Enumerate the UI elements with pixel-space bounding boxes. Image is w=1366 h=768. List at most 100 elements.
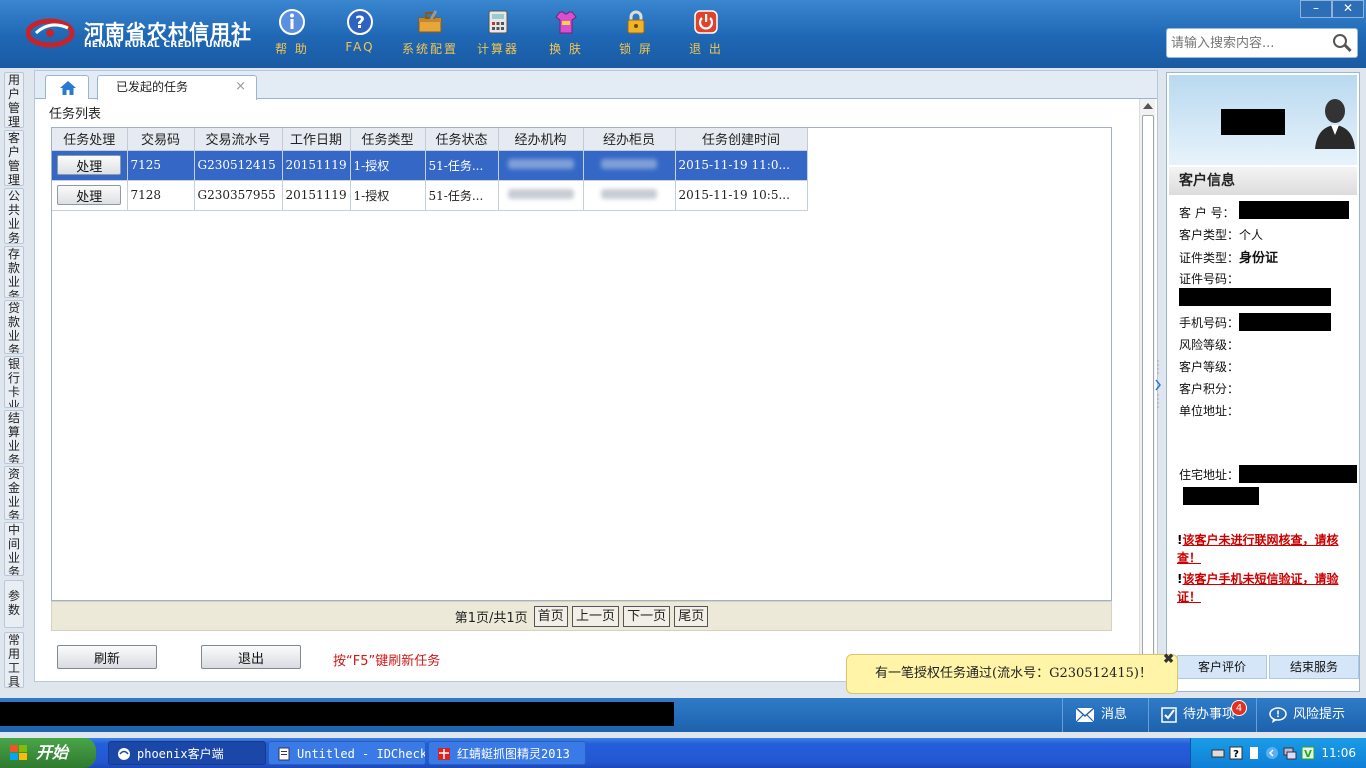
system-config-button[interactable]: 系统配置 [400, 8, 460, 64]
nav-intermediary-business[interactable]: 中间业务 [4, 522, 24, 576]
cell-date: 20151119 [282, 150, 351, 181]
phoenix-app-icon [118, 748, 130, 760]
taskbar-label: Untitled - IDCheck [297, 747, 426, 761]
lock-icon [627, 10, 645, 34]
todo-button[interactable]: 待办事项 4 [1148, 698, 1254, 732]
nav-public-business[interactable]: 公共业务 [4, 188, 24, 244]
table-row[interactable]: 处理 7125 G230512415 20151119 1-授权 51-任务..… [52, 150, 808, 181]
todo-count-badge: 4 [1231, 700, 1247, 716]
customer-level-label: 客户等级： [1179, 360, 1240, 374]
help-button[interactable]: 帮 助 [262, 8, 322, 64]
windows-flag-icon [10, 745, 27, 760]
nav-parameters[interactable]: 参数 [4, 580, 24, 628]
user-avatar-icon [1315, 99, 1355, 149]
vertical-scrollbar[interactable] [1139, 99, 1155, 681]
col-header[interactable]: 经办柜员 [583, 128, 676, 151]
minimize-button[interactable]: – [1300, 0, 1332, 18]
risk-alert-label: 风险提示 [1293, 707, 1346, 722]
chevron-left-icon[interactable] [1265, 746, 1279, 760]
risk-alert-button[interactable]: 风险提示 [1256, 698, 1366, 732]
calculator-label: 计算器 [476, 42, 519, 56]
cell-type: 1-授权 [350, 150, 426, 181]
col-header[interactable]: 任务状态 [425, 128, 499, 151]
network-icon[interactable] [1283, 746, 1297, 760]
close-window-button[interactable]: ✕ [1332, 0, 1364, 18]
cell-serial: G230512415 [194, 150, 283, 181]
scroll-up-icon[interactable] [1143, 103, 1153, 109]
id-type-row: 证件类型：身份证 [1179, 247, 1278, 266]
prev-page-button[interactable]: 上一页 [571, 606, 619, 627]
antivirus-icon[interactable]: V [1301, 746, 1315, 760]
taskbar-item-idcheck[interactable]: Untitled - IDCheck [268, 741, 426, 765]
help-label: 帮 助 [275, 42, 309, 56]
help-tray-icon[interactable]: ? [1229, 746, 1243, 760]
ime-icon[interactable] [1247, 746, 1261, 760]
process-button[interactable]: 处理 [57, 155, 122, 175]
next-page-button[interactable]: 下一页 [623, 606, 671, 627]
customer-info-panel: 客户信息 客 户 号： 客户类型：个人 证件类型：身份证 证件号码： 手机号码：… [1166, 72, 1360, 692]
nav-label: 常用工具 [7, 633, 20, 688]
search-input[interactable] [1167, 29, 1327, 57]
customer-type-label: 客户类型： [1179, 228, 1240, 242]
redacted-home-address [1239, 465, 1357, 483]
lock-screen-button[interactable]: 锁 屏 [606, 8, 666, 64]
verify-network-link[interactable]: 该客户未进行联网核查，请核查！ [1177, 533, 1339, 565]
app-header: 河南省农村信用社 HENAN RURAL CREDIT UNION 帮 助 ? … [0, 0, 1366, 68]
col-header[interactable]: 任务处理 [52, 128, 128, 151]
customer-photo-area [1169, 75, 1357, 165]
exit-app-button[interactable]: 退 出 [676, 8, 736, 64]
refresh-button[interactable]: 刷新 [57, 645, 157, 669]
redacted-name [1221, 109, 1285, 135]
calculator-button[interactable]: 计算器 [468, 8, 528, 64]
nav-fund-business[interactable]: 资金业务 [4, 466, 24, 520]
collapse-panel-icon[interactable] [1154, 360, 1162, 410]
taskbar-label: phoenix客户端 [137, 747, 224, 761]
col-header[interactable]: 交易码 [127, 128, 195, 151]
calculator-icon [488, 10, 508, 34]
col-header[interactable]: 任务创建时间 [675, 128, 808, 151]
col-header[interactable]: 任务类型 [350, 128, 426, 151]
first-page-button[interactable]: 首页 [533, 606, 568, 627]
tab-bar: 已发起的任务 × [35, 71, 1157, 100]
nav-loan-business[interactable]: 贷款业务 [4, 300, 24, 354]
nav-customer-management[interactable]: 客户管理 [4, 130, 24, 186]
exit-button[interactable]: 退出 [201, 645, 301, 669]
tab-initiated-tasks[interactable]: 已发起的任务 × [97, 75, 257, 100]
change-skin-button[interactable]: 换 肤 [536, 8, 596, 64]
nav-common-tools[interactable]: 常用工具 [4, 632, 24, 688]
nav-bank-card-business[interactable]: 银行卡业务 [4, 356, 24, 408]
customer-rating-button[interactable]: 客户评价 [1177, 655, 1267, 679]
end-service-button[interactable]: 结束服务 [1269, 655, 1359, 679]
scroll-thumb[interactable] [1142, 115, 1154, 677]
search-icon[interactable] [1331, 32, 1353, 54]
verify-sms-link[interactable]: 该客户手机未短信验证，请验证！ [1177, 572, 1339, 604]
verify-sms-warning[interactable]: !该客户手机未短信验证，请验证！ [1177, 570, 1357, 606]
nav-settlement-business[interactable]: 结算业务 [4, 410, 24, 464]
tab-close-icon[interactable]: × [235, 76, 246, 98]
status-bar: 消息 待办事项 4 风险提示 [0, 698, 1366, 732]
col-header[interactable]: 交易流水号 [194, 128, 283, 151]
taskbar-item-screenshot-tool[interactable]: 红蜻蜓抓图精灵2013 [428, 741, 586, 765]
tab-label: 已发起的任务 [116, 80, 189, 94]
table-row[interactable]: 处理 7128 G230357955 20151119 1-授权 51-任务..… [52, 180, 808, 211]
toast-close-icon[interactable]: ✖ [1163, 641, 1174, 679]
col-header[interactable]: 工作日期 [282, 128, 351, 151]
verify-network-warning[interactable]: !该客户未进行联网核查，请核查！ [1177, 531, 1357, 567]
task-grid: 任务处理 交易码 交易流水号 工作日期 任务类型 任务状态 经办机构 经办柜员 … [52, 128, 808, 211]
nav-deposit-business[interactable]: 存款业务 [4, 246, 24, 298]
nav-user-management[interactable]: 用户管理 [4, 72, 24, 128]
last-page-button[interactable]: 尾页 [674, 606, 709, 627]
tab-home[interactable] [45, 75, 89, 99]
cell-status: 51-任务... [425, 180, 499, 211]
taskbar-item-phoenix[interactable]: phoenix客户端 [108, 741, 266, 765]
start-button[interactable]: 开始 [0, 738, 96, 768]
taskbar-label: 红蜻蜓抓图精灵2013 [457, 747, 570, 761]
faq-button[interactable]: ? FAQ [330, 8, 390, 64]
power-icon [694, 10, 718, 34]
keyboard-icon[interactable] [1211, 746, 1225, 760]
col-header[interactable]: 经办机构 [498, 128, 584, 151]
messages-button[interactable]: 消息 [1062, 698, 1150, 732]
logo-english-name: HENAN RURAL CREDIT UNION [84, 40, 241, 50]
redacted-home-address-2 [1183, 487, 1259, 505]
process-button[interactable]: 处理 [57, 185, 122, 205]
